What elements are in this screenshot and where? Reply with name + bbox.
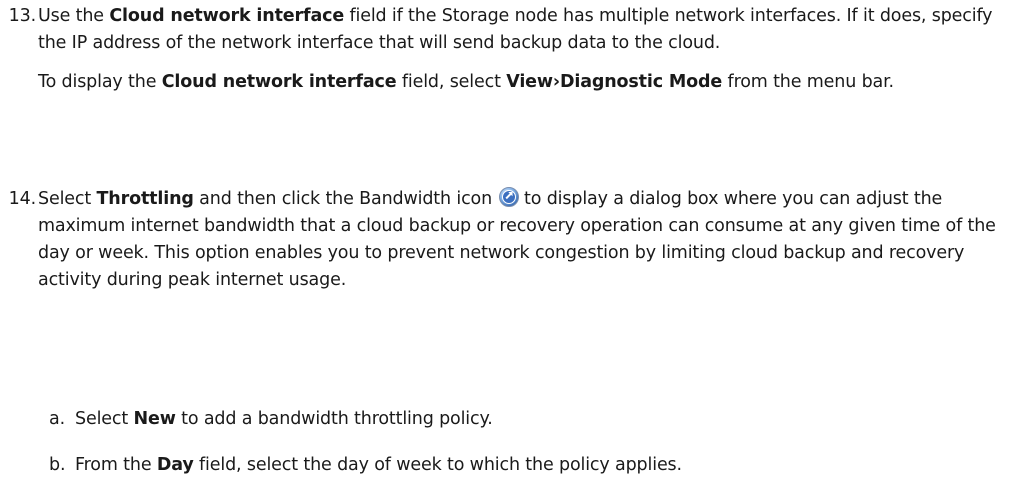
text: and then click the Bandwidth icon [193,189,493,209]
field-name: Cloud network interface [161,72,397,92]
text: field, select [396,72,507,92]
text: from the menu bar. [722,72,895,92]
text: field, select the day of week to which t… [193,455,682,475]
field-name: Day [156,455,194,475]
step-14: 14. Select Throttling and then click the… [9,186,998,294]
button-name: New [133,409,176,429]
text: Use the [38,6,110,26]
text: From the [75,455,157,475]
substep-letter: a. [49,409,65,429]
option-name: Throttling [96,189,194,209]
document-page: 13. Use the Cloud network interface fiel… [0,0,1026,489]
step-number: 13. [8,6,37,26]
step-13-paragraph: Use the Cloud network interface field if… [38,3,998,57]
step-14-paragraph: Select Throttling and then click the Ban… [38,186,998,294]
text: to add a bandwidth throttling policy. [175,409,493,429]
substep-b: b. From the Day field, select the day of… [49,452,995,479]
text: To display the [38,72,162,92]
text: Select [75,409,134,429]
substep-a: a. Select New to add a bandwidth throttl… [49,406,995,433]
bandwidth-icon [498,186,520,208]
field-name: Cloud network interface [109,6,345,26]
text: Select [38,189,97,209]
menu-path: View›Diagnostic Mode [506,72,723,92]
step-number: 14. [8,189,37,209]
step-13: 13. Use the Cloud network interface fiel… [9,3,998,96]
step-13-note: To display the Cloud network interface f… [38,69,998,96]
substep-letter: b. [49,455,66,475]
